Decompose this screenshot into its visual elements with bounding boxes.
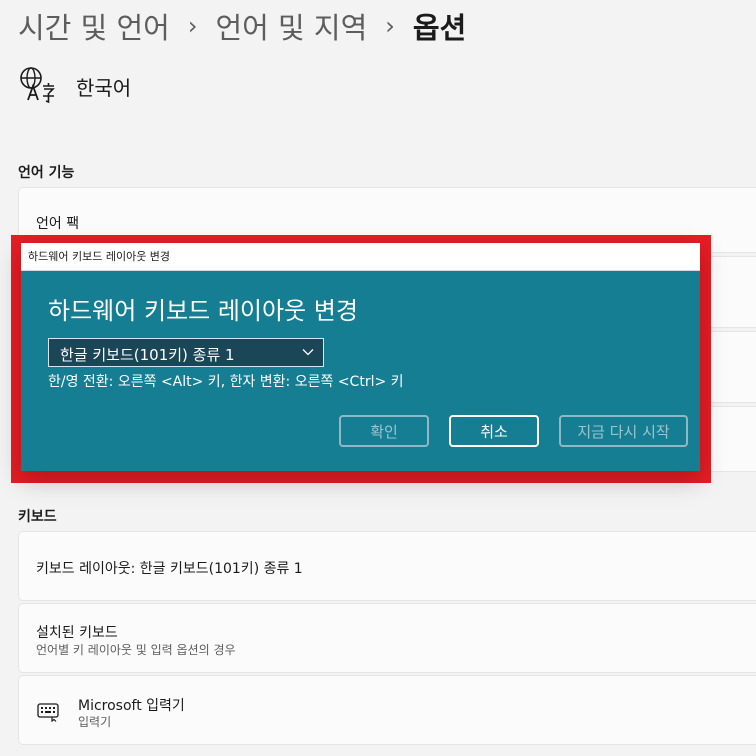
keyboard-switch-hint: 한/영 전환: 오른쪽 <Alt> 키, 한자 변환: 오른쪽 <Ctrl> 키 [48,374,404,390]
keyboard-icon [37,703,59,722]
microsoft-ime-card[interactable]: Microsoft 입력기 입력기 [18,675,756,745]
installed-keyboards-subtitle: 언어별 키 레이아웃 및 입력 옵션의 경우 [36,643,236,657]
language-header: 한국어 [18,66,131,106]
keyboard-layout-select[interactable]: 한글 키보드(101키) 종류 1 [48,338,324,367]
breadcrumb-language-region[interactable]: 언어 및 지역 [215,5,367,47]
microsoft-ime-subtitle: 입력기 [78,715,112,729]
breadcrumb-separator: › [385,12,395,40]
ok-button[interactable]: 확인 [339,415,429,447]
keyboard-layout-card[interactable]: 키보드 레이아웃: 한글 키보드(101키) 종류 1 [18,531,756,601]
cancel-button[interactable]: 취소 [449,415,539,447]
language-name: 한국어 [76,75,132,100]
installed-keyboards-card[interactable]: 설치된 키보드 언어별 키 레이아웃 및 입력 옵션의 경우 [18,603,756,673]
section-title-language-features: 언어 기능 [18,165,75,181]
breadcrumb-time-language[interactable]: 시간 및 언어 [18,5,170,47]
restart-now-button[interactable]: 지금 다시 시작 [559,415,688,447]
language-pack-label: 언어 팩 [36,216,80,232]
chevron-down-icon [302,349,314,356]
dialog-titlebar[interactable]: 하드웨어 키보드 레이아웃 변경 [21,243,700,271]
keyboard-layout-select-value: 한글 키보드(101키) 종류 1 [60,346,235,364]
breadcrumb-separator: › [187,12,198,40]
breadcrumb: 시간 및 언어 › 언어 및 지역 › 옵션 [18,6,466,46]
dialog-heading: 하드웨어 키보드 레이아웃 변경 [48,297,358,325]
dialog-window-title: 하드웨어 키보드 레이아웃 변경 [28,250,171,263]
page-title: 옵션 [412,11,467,45]
installed-keyboards-title: 설치된 키보드 [36,625,118,641]
change-hardware-keyboard-layout-dialog: 하드웨어 키보드 레이아웃 변경 하드웨어 키보드 레이아웃 변경 한글 키보드… [21,243,700,471]
microsoft-ime-title: Microsoft 입력기 [78,698,185,714]
keyboard-layout-label: 키보드 레이아웃: 한글 키보드(101키) 종류 1 [36,561,303,577]
language-icon [20,67,55,104]
section-title-keyboard: 키보드 [18,509,57,525]
